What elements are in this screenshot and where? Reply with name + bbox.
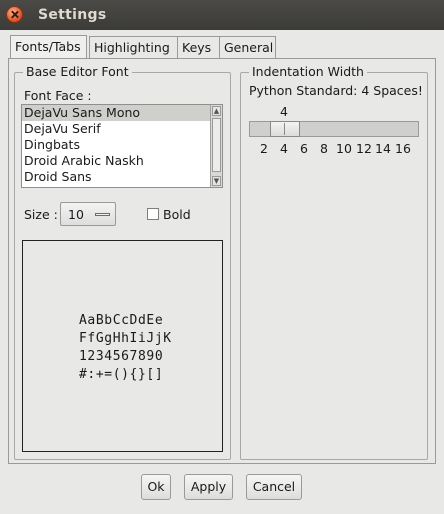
slider-tick-label: 16 <box>395 141 411 156</box>
tab-keys[interactable]: Keys <box>177 36 221 58</box>
preview-line: 1234567890 <box>79 349 164 364</box>
list-item[interactable]: Dingbats <box>22 137 222 153</box>
slider-tick-label: 8 <box>320 141 328 156</box>
list-item[interactable]: Droid Arabic Naskh <box>22 153 222 169</box>
cancel-button[interactable]: Cancel <box>246 474 302 500</box>
slider-tick-label: 4 <box>280 141 288 156</box>
size-label: Size : <box>24 207 58 222</box>
bold-checkbox[interactable] <box>147 208 159 220</box>
list-item[interactable]: DejaVu Serif <box>22 121 222 137</box>
font-sample-preview: AaBbCcDdEe FfGgHhIiJjK 1234567890 #:+=()… <box>22 240 223 452</box>
indentation-width-title: Indentation Width <box>249 64 367 79</box>
apply-button[interactable]: Apply <box>184 474 233 500</box>
window-title: Settings <box>38 7 107 23</box>
slider-tick-label: 12 <box>356 141 372 156</box>
preview-line: FfGgHhIiJjK <box>79 331 172 346</box>
python-standard-label: Python Standard: 4 Spaces! <box>249 83 423 98</box>
ok-button[interactable]: Ok <box>141 474 171 500</box>
scroll-up-icon[interactable]: ▲ <box>212 106 221 116</box>
size-dropdown[interactable]: 10 <box>60 202 116 226</box>
font-face-list[interactable]: DejaVu Sans Mono DejaVu Serif Dingbats D… <box>21 104 223 188</box>
tab-highlighting[interactable]: Highlighting <box>89 36 181 58</box>
font-face-label: Font Face : <box>24 88 92 103</box>
size-value: 10 <box>68 207 84 222</box>
close-icon[interactable] <box>6 6 23 23</box>
preview-line: #:+=(){}[] <box>79 367 164 382</box>
base-editor-font-title: Base Editor Font <box>23 64 132 79</box>
slider-tick-label: 10 <box>336 141 352 156</box>
bold-label: Bold <box>163 207 191 222</box>
slider-tick-label: 6 <box>300 141 308 156</box>
scroll-down-icon[interactable]: ▼ <box>212 176 221 186</box>
list-item[interactable]: Droid Sans <box>22 169 222 185</box>
title-bar: Settings <box>0 0 444 30</box>
preview-line: AaBbCcDdEe <box>79 313 164 328</box>
scroll-thumb[interactable] <box>212 118 221 172</box>
slider-tick-label: 14 <box>375 141 391 156</box>
slider-tick-label: 2 <box>260 141 268 156</box>
font-list-scrollbar[interactable]: ▲ ▼ <box>210 105 222 187</box>
tab-general[interactable]: General <box>219 36 276 58</box>
option-menu-indicator-icon <box>95 213 110 216</box>
indent-value-label: 4 <box>280 104 288 119</box>
tab-fonts-tabs[interactable]: Fonts/Tabs <box>10 35 87 59</box>
list-item[interactable]: DejaVu Sans Mono <box>22 105 222 121</box>
indent-slider-handle[interactable] <box>270 121 300 137</box>
